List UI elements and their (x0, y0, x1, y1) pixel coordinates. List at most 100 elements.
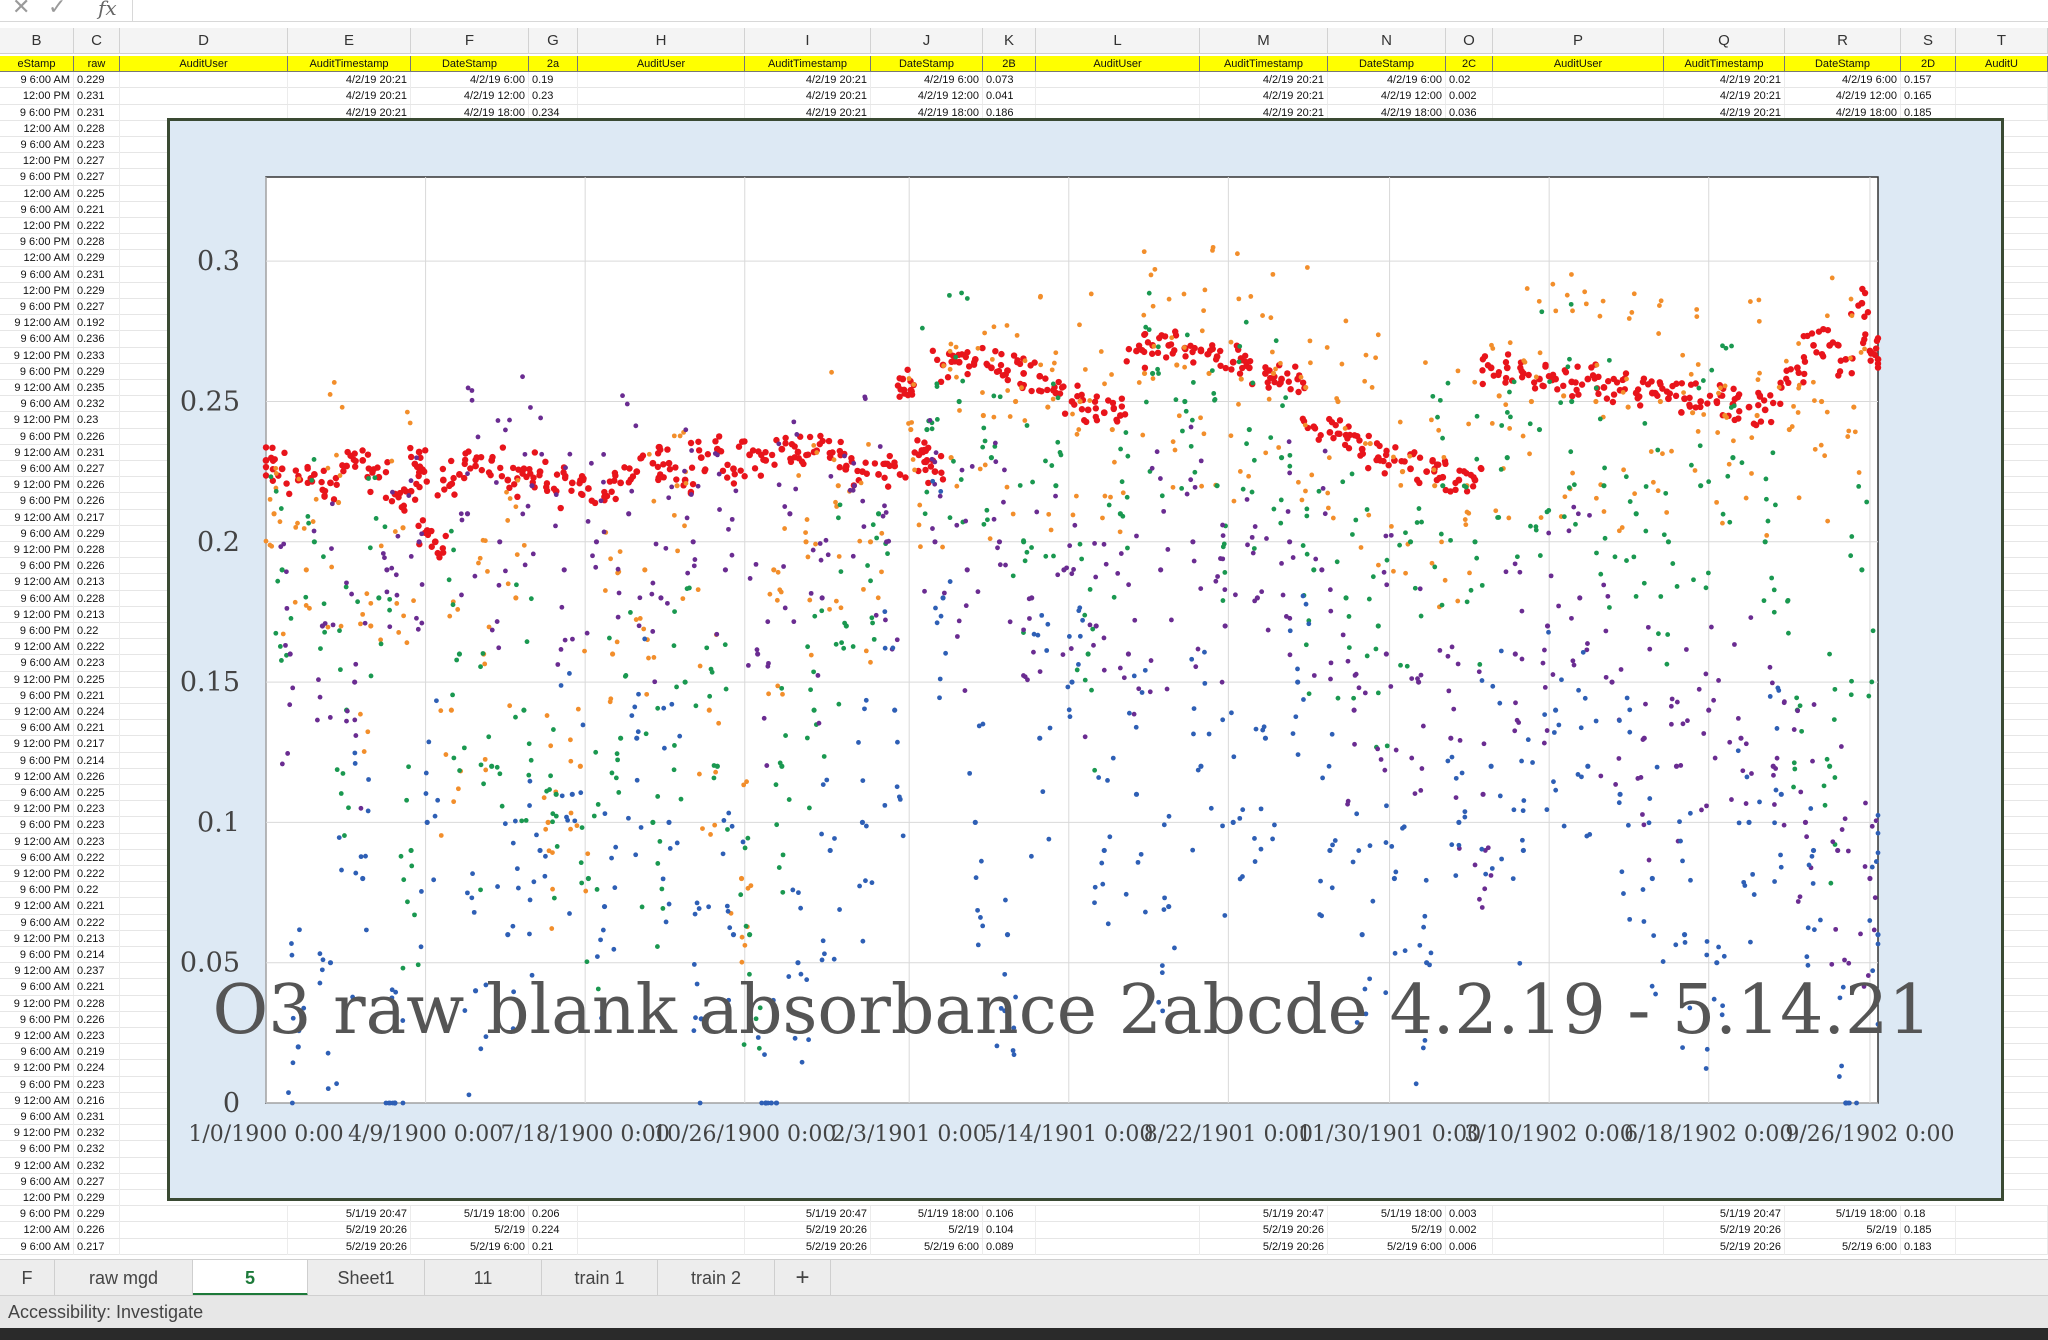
cell[interactable]: 9 12:00 AM (0, 639, 74, 656)
cell[interactable]: 12:00 AM (0, 120, 74, 137)
cell[interactable]: 9 6:00 AM (0, 396, 74, 413)
cell[interactable]: 9 12:00 AM (0, 1157, 74, 1174)
cell[interactable]: 9 6:00 AM (0, 1238, 74, 1255)
cell[interactable]: 0.213 (74, 574, 120, 591)
cell[interactable]: 0.226 (74, 1011, 120, 1028)
field-header-cell[interactable]: AuditTimestamp (1664, 56, 1785, 72)
field-header-cell[interactable]: DateStamp (871, 56, 983, 72)
cell[interactable]: 0.22 (74, 623, 120, 639)
cell[interactable]: 0.222 (74, 849, 120, 866)
cell[interactable]: 0.19 (529, 72, 578, 89)
cell[interactable]: 0.185 (1901, 1222, 1956, 1239)
cell[interactable] (120, 1238, 288, 1255)
cell[interactable]: 9 12:00 AM (0, 509, 74, 526)
cell[interactable]: 9 12:00 PM (0, 930, 74, 947)
cell[interactable]: 5/2/19 20:26 (1200, 1222, 1328, 1239)
cell[interactable] (120, 72, 288, 89)
cell[interactable]: 9 12:00 AM (0, 704, 74, 720)
cell[interactable]: 4/2/19 20:21 (1200, 72, 1328, 89)
cell[interactable]: 9 6:00 PM (0, 947, 74, 963)
cell[interactable]: 5/2/19 20:26 (288, 1238, 411, 1255)
cell[interactable]: 9 6:00 AM (0, 979, 74, 996)
cell[interactable] (1956, 1222, 2048, 1239)
cell[interactable]: 5/1/19 20:47 (1200, 1206, 1328, 1223)
cell[interactable]: 0.23 (74, 412, 120, 429)
cell[interactable]: 0.223 (74, 817, 120, 834)
sheet-tab[interactable]: 11 (425, 1260, 542, 1296)
field-header-cell[interactable]: AuditUser (1493, 56, 1664, 72)
cell[interactable]: 0.226 (74, 493, 120, 510)
cell[interactable]: 9 12:00 PM (0, 606, 74, 623)
cell[interactable]: 9 12:00 PM (0, 542, 74, 558)
column-header-h[interactable]: H (578, 28, 745, 54)
cell[interactable]: 9 6:00 PM (0, 882, 74, 899)
cell[interactable]: 9 6:00 PM (0, 817, 74, 834)
check-icon[interactable]: ✓ (48, 0, 66, 20)
cell[interactable]: 9 6:00 PM (0, 1141, 74, 1158)
cell[interactable]: 0.227 (74, 461, 120, 477)
field-header-cell[interactable]: 2a (529, 56, 578, 72)
cell[interactable]: 4/2/19 20:21 (1664, 72, 1785, 89)
cell[interactable]: 0.232 (74, 1141, 120, 1158)
cell[interactable]: 0.206 (529, 1206, 578, 1223)
cell[interactable] (1493, 88, 1664, 105)
cell[interactable]: 9 12:00 PM (0, 736, 74, 753)
cell[interactable] (1036, 1206, 1200, 1223)
cell[interactable]: 12:00 PM (0, 282, 74, 299)
cell[interactable]: 0.18 (1901, 1206, 1956, 1223)
cell[interactable]: 0.227 (74, 299, 120, 315)
cell[interactable]: 0.23 (529, 88, 578, 105)
cell[interactable]: 9 6:00 PM (0, 1206, 74, 1223)
cell[interactable]: 0.183 (1901, 1238, 1956, 1255)
cell[interactable]: 4/2/19 20:21 (1664, 88, 1785, 105)
cell[interactable]: 9 12:00 PM (0, 801, 74, 818)
cell[interactable]: 0.213 (74, 606, 120, 623)
cell[interactable] (1956, 72, 2048, 89)
cell[interactable] (120, 88, 288, 105)
cell[interactable]: 0.214 (74, 752, 120, 769)
cell[interactable]: 9 6:00 PM (0, 623, 74, 639)
cell[interactable]: 0.165 (1901, 88, 1956, 105)
cell[interactable]: 5/2/19 20:26 (1200, 1238, 1328, 1255)
cell[interactable]: 0.041 (983, 88, 1036, 105)
cell[interactable]: 0.106 (983, 1206, 1036, 1223)
cell[interactable]: 0.231 (74, 1109, 120, 1125)
field-header-cell[interactable]: AuditTimestamp (1200, 56, 1328, 72)
cell[interactable]: 9 12:00 AM (0, 963, 74, 980)
cell[interactable]: 12:00 PM (0, 153, 74, 170)
cell[interactable]: 0.089 (983, 1238, 1036, 1255)
field-header-cell[interactable]: 2D (1901, 56, 1956, 72)
cell[interactable]: 0.232 (74, 1125, 120, 1142)
cell[interactable] (1956, 1238, 2048, 1255)
cell[interactable]: 0.226 (74, 768, 120, 785)
cell[interactable]: 0.221 (74, 201, 120, 218)
cell[interactable] (1493, 72, 1664, 89)
cell[interactable]: 0.221 (74, 898, 120, 915)
cell[interactable]: 0.232 (74, 1157, 120, 1174)
cell[interactable] (1036, 72, 1200, 89)
cell[interactable]: 12:00 PM (0, 1190, 74, 1206)
cell[interactable]: 5/1/19 20:47 (1664, 1206, 1785, 1223)
cell[interactable]: 0.217 (74, 509, 120, 526)
cell[interactable]: 12:00 AM (0, 250, 74, 267)
cell[interactable]: 9 6:00 AM (0, 590, 74, 607)
cell[interactable]: 0.229 (74, 525, 120, 542)
cell[interactable]: 0.216 (74, 1092, 120, 1109)
cell[interactable]: 9 6:00 AM (0, 201, 74, 218)
column-header-f[interactable]: F (411, 28, 529, 54)
cell[interactable]: 0.002 (1446, 1222, 1493, 1239)
cell[interactable]: 5/2/19 6:00 (411, 1238, 529, 1255)
cell[interactable]: 0.222 (74, 866, 120, 882)
column-header-k[interactable]: K (983, 28, 1036, 54)
cell[interactable]: 0.226 (74, 428, 120, 445)
cell[interactable]: 0.227 (74, 169, 120, 186)
cell[interactable]: 4/2/19 12:00 (1328, 88, 1446, 105)
cell[interactable]: 0.226 (74, 1222, 120, 1239)
cell[interactable]: 0.223 (74, 801, 120, 818)
formula-input[interactable] (132, 0, 2048, 21)
field-header-cell[interactable]: AuditUser (578, 56, 745, 72)
cell[interactable]: 4/2/19 20:21 (288, 72, 411, 89)
cell[interactable]: 4/2/19 20:21 (745, 72, 871, 89)
cell[interactable]: 0.213 (74, 930, 120, 947)
cell[interactable]: 9 6:00 AM (0, 72, 74, 89)
